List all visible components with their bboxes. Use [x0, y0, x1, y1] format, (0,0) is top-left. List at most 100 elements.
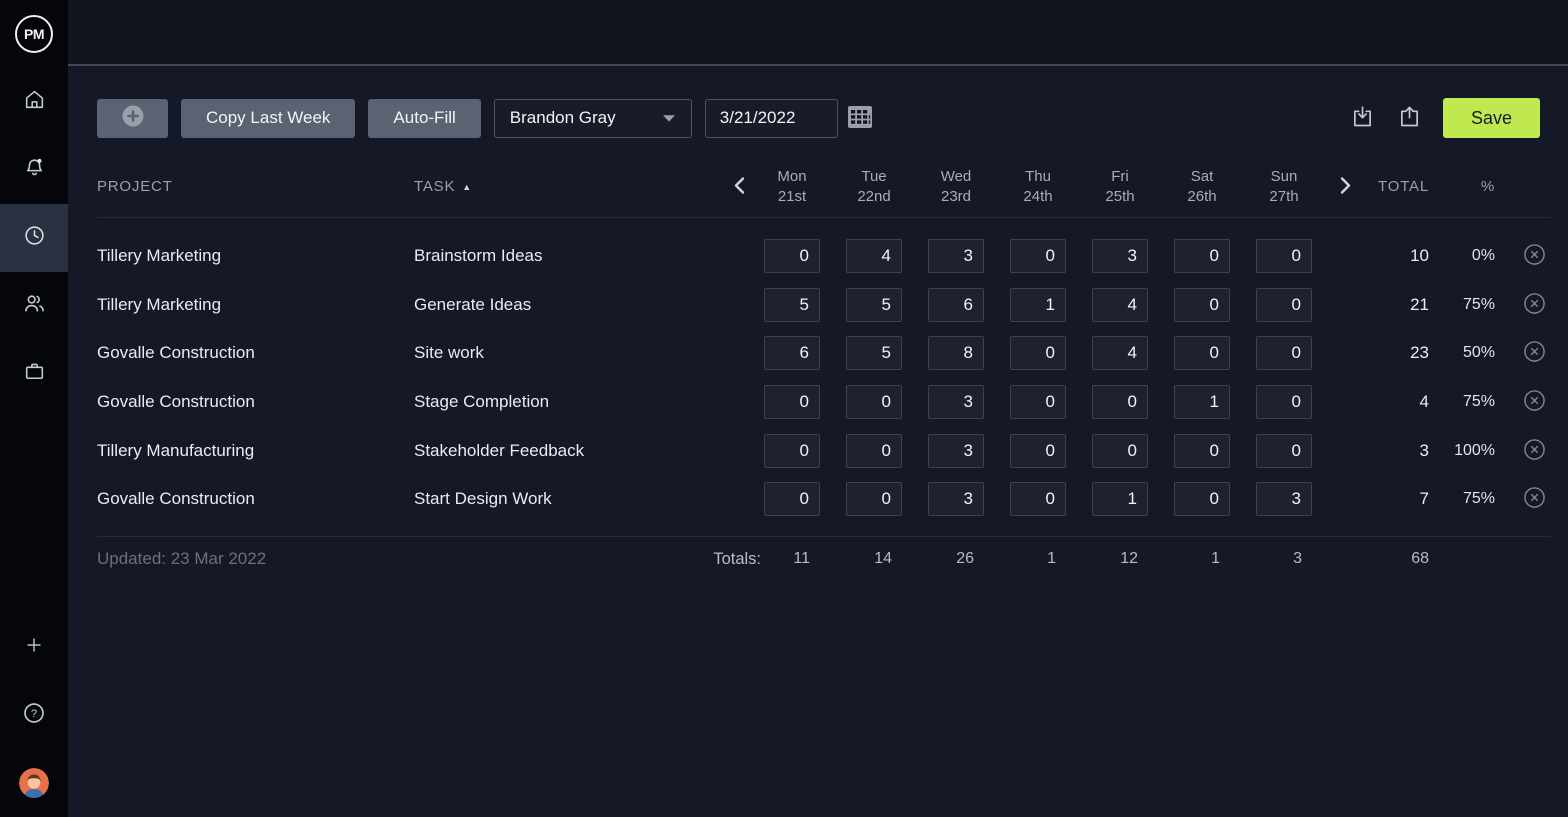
day-total: 3 — [1243, 550, 1325, 568]
task-column-header[interactable]: TASK ▲ — [414, 178, 727, 195]
hours-input[interactable] — [1256, 288, 1312, 322]
grand-total: 68 — [1365, 550, 1449, 568]
hours-input[interactable] — [846, 385, 902, 419]
sidebar-item-team[interactable] — [0, 272, 68, 340]
hours-input[interactable] — [928, 434, 984, 468]
project-cell: Govalle Construction — [97, 489, 414, 509]
next-week-button[interactable] — [1338, 176, 1353, 198]
table-row: Govalle Construction Site work 23 50% — [97, 329, 1551, 378]
hours-input[interactable] — [1010, 336, 1066, 370]
timesheet-panel: Copy Last Week Auto-Fill Brandon Gray — [68, 66, 1568, 817]
sidebar-item-home[interactable] — [0, 68, 68, 136]
delete-row-button[interactable] — [1522, 339, 1547, 367]
delete-row-button[interactable] — [1522, 485, 1547, 513]
table-footer: Updated: 23 Mar 2022 Totals: 11 14 26 1 … — [97, 536, 1551, 582]
hours-input[interactable] — [928, 336, 984, 370]
sidebar-item-portfolio[interactable] — [0, 340, 68, 408]
hours-input[interactable] — [1092, 288, 1148, 322]
hours-input[interactable] — [764, 239, 820, 273]
delete-row-button[interactable] — [1522, 437, 1547, 465]
day-total: 12 — [1079, 550, 1161, 568]
calendar-button[interactable] — [847, 105, 873, 132]
hours-input[interactable] — [928, 482, 984, 516]
delete-row-button[interactable] — [1522, 291, 1547, 319]
hours-input[interactable] — [1010, 385, 1066, 419]
user-select[interactable]: Brandon Gray — [494, 99, 692, 138]
row-total: 23 — [1365, 343, 1449, 363]
hours-input[interactable] — [846, 336, 902, 370]
circle-x-icon — [1522, 291, 1547, 319]
sidebar-item-profile[interactable] — [0, 749, 68, 817]
sidebar-item-add[interactable] — [0, 613, 68, 681]
sidebar-item-notifications[interactable] — [0, 136, 68, 204]
hours-input[interactable] — [1174, 385, 1230, 419]
row-total: 10 — [1365, 246, 1449, 266]
date-input[interactable] — [705, 99, 838, 138]
import-button[interactable] — [1349, 103, 1376, 133]
row-percent: 0% — [1449, 247, 1517, 265]
hours-input[interactable] — [1174, 482, 1230, 516]
sidebar-item-help[interactable]: ? — [0, 681, 68, 749]
app-window: PM — [0, 0, 1568, 817]
hours-input[interactable] — [1010, 434, 1066, 468]
task-cell: Stakeholder Feedback — [414, 441, 727, 461]
save-button[interactable]: Save — [1443, 98, 1540, 138]
hours-input[interactable] — [764, 385, 820, 419]
day-total: 11 — [751, 550, 833, 568]
hours-input[interactable] — [846, 434, 902, 468]
hours-input[interactable] — [1256, 336, 1312, 370]
hours-input[interactable] — [764, 482, 820, 516]
table-header: PROJECT TASK ▲ Mon21st Tue22nd Wed23rd T… — [97, 156, 1551, 218]
hours-input[interactable] — [1256, 434, 1312, 468]
hours-input[interactable] — [764, 434, 820, 468]
circle-x-icon — [1522, 339, 1547, 367]
hours-input[interactable] — [1010, 239, 1066, 273]
day-total: 1 — [1161, 550, 1243, 568]
hours-input[interactable] — [1092, 434, 1148, 468]
top-bar — [68, 0, 1568, 66]
row-percent: 75% — [1449, 296, 1517, 314]
row-percent: 100% — [1449, 442, 1517, 460]
add-entry-button[interactable] — [97, 99, 168, 138]
help-icon: ? — [21, 700, 47, 731]
percent-column-header: % — [1449, 178, 1517, 195]
hours-input[interactable] — [1174, 336, 1230, 370]
hours-input[interactable] — [1092, 385, 1148, 419]
hours-input[interactable] — [928, 239, 984, 273]
hours-input[interactable] — [1256, 239, 1312, 273]
hours-input[interactable] — [1256, 482, 1312, 516]
copy-last-week-button[interactable]: Copy Last Week — [181, 99, 355, 138]
export-button[interactable] — [1396, 103, 1423, 133]
hours-input[interactable] — [764, 288, 820, 322]
row-total: 21 — [1365, 295, 1449, 315]
hours-input[interactable] — [1010, 482, 1066, 516]
day-total: 14 — [833, 550, 915, 568]
circle-x-icon — [1522, 437, 1547, 465]
hours-input[interactable] — [1174, 434, 1230, 468]
hours-input[interactable] — [1174, 239, 1230, 273]
project-cell: Tillery Marketing — [97, 295, 414, 315]
hours-input[interactable] — [764, 336, 820, 370]
sidebar-item-timesheets[interactable] — [0, 204, 68, 272]
hours-input[interactable] — [846, 239, 902, 273]
hours-input[interactable] — [1092, 482, 1148, 516]
table-body: Tillery Marketing Brainstorm Ideas 10 0%… — [97, 218, 1551, 524]
hours-input[interactable] — [1010, 288, 1066, 322]
delete-row-button[interactable] — [1522, 388, 1547, 416]
task-cell: Site work — [414, 343, 727, 363]
hours-input[interactable] — [928, 385, 984, 419]
hours-input[interactable] — [1092, 239, 1148, 273]
team-icon — [22, 291, 47, 321]
hours-input[interactable] — [1256, 385, 1312, 419]
total-column-header: TOTAL — [1365, 178, 1449, 195]
delete-row-button[interactable] — [1522, 242, 1547, 270]
hours-input[interactable] — [928, 288, 984, 322]
auto-fill-button[interactable]: Auto-Fill — [368, 99, 480, 138]
hours-input[interactable] — [846, 482, 902, 516]
previous-week-button[interactable] — [732, 176, 747, 198]
hours-input[interactable] — [1174, 288, 1230, 322]
hours-input[interactable] — [846, 288, 902, 322]
hours-input[interactable] — [1092, 336, 1148, 370]
user-select-value: Brandon Gray — [510, 108, 616, 128]
app-logo[interactable]: PM — [0, 0, 68, 68]
